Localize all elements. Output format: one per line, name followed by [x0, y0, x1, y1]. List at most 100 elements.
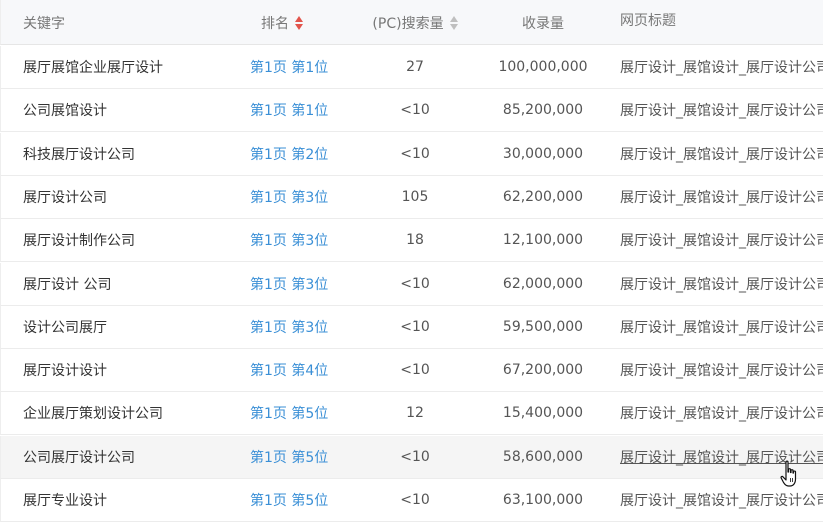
search-volume-cell-text: <10 — [400, 275, 430, 292]
indexed-count-cell-text: 67,200,000 — [502, 362, 584, 379]
page-title-link[interactable]: 展厅设计_展馆设计_展厅设计公司 — [620, 133, 823, 175]
indexed-count-cell: 67,200,000 — [487, 349, 599, 391]
sort-arrows-icon[interactable] — [295, 15, 303, 30]
column-header-search-volume-label: (PC)搜索量 — [372, 15, 444, 32]
keyword-cell-text: 展厅设计公司 — [23, 189, 107, 206]
rank-link[interactable]: 第1页 第4位 — [250, 349, 328, 391]
indexed-count-cell-text: 85,200,000 — [502, 102, 584, 119]
table-row[interactable]: 展厅专业设计 第1页 第5位 <10 63,100,000 展厅设计_展馆设计_展厅设计… — [0, 479, 823, 522]
page-title-link-text: 展厅设计_展馆设计_展厅设计公司 — [620, 493, 823, 509]
table-row[interactable]: 设计公司展厅 第1页 第3位 <10 59,500,000 展厅设计_展馆设计_展厅设计… — [0, 305, 823, 349]
indexed-count-cell: 58,600,000 — [487, 436, 599, 478]
keyword-cell: 科技展厅设计公司 — [23, 133, 135, 175]
keyword-cell: 展厅设计设计 — [23, 349, 107, 391]
table-row[interactable]: 展厅设计制作公司 第1页 第3位 18 12,100,000 展厅设计_展馆设计_展厅设… — [0, 219, 823, 263]
rank-link[interactable]: 第1页 第1位 — [250, 46, 328, 88]
indexed-count-cell-text: 59,500,000 — [502, 318, 584, 335]
table-row[interactable]: 展厅设计设计 第1页 第4位 <10 67,200,000 展厅设计_展馆设计_展厅设计… — [0, 349, 823, 393]
page-title-link[interactable]: 展厅设计_展馆设计_展厅设计公司 — [620, 436, 823, 478]
page-title-link-text: 展厅设计_展馆设计_展厅设计公司 — [620, 406, 823, 423]
table-row[interactable]: 展厅设计 公司 第1页 第3位 <10 62,000,000 展厅设计_展馆设计_展厅设… — [0, 262, 823, 306]
keyword-cell-text: 设计公司展厅 — [23, 319, 107, 336]
page-title-link-text: 展厅设计_展馆设计_展厅设计公司 — [620, 319, 823, 336]
page-title-link-text: 展厅设计_展馆设计_展厅设计公司 — [620, 189, 823, 206]
page-title-link[interactable]: 展厅设计_展馆设计_展厅设计公司 — [620, 176, 823, 218]
rank-link-text: 第1页 第1位 — [250, 103, 329, 120]
keyword-cell-text: 展厅专业设计 — [23, 493, 107, 509]
indexed-count-cell-text: 100,000,000 — [498, 59, 588, 75]
table-row[interactable]: 公司展厅设计公司 第1页 第5位 <10 58,600,000 展厅设计_展馆设计_展厅… — [0, 435, 823, 479]
indexed-count-cell: 62,000,000 — [487, 263, 599, 305]
indexed-count-cell: 63,100,000 — [487, 479, 599, 521]
sort-descending-icon[interactable] — [295, 23, 303, 30]
keyword-cell-text: 科技展厅设计公司 — [23, 146, 135, 163]
table-row[interactable]: 科技展厅设计公司 第1页 第2位 <10 30,000,000 展厅设计_展馆设计_展厅… — [0, 132, 823, 176]
column-header-rank-label: 排名 — [261, 15, 289, 32]
keyword-cell-text: 展厅设计 公司 — [23, 276, 112, 293]
indexed-count-cell: 30,000,000 — [487, 133, 599, 175]
page-title-link[interactable]: 展厅设计_展馆设计_展厅设计公司 — [620, 306, 823, 348]
page-title-link[interactable]: 展厅设计_展馆设计_展厅设计公司 — [620, 349, 823, 391]
rank-link[interactable]: 第1页 第5位 — [250, 436, 328, 478]
indexed-count-cell-text: 63,100,000 — [502, 492, 584, 508]
table-row[interactable]: 展厅展馆企业展厅设计 第1页 第1位 27 100,000,000 展厅设计_展馆设计_… — [0, 46, 823, 89]
rank-link[interactable]: 第1页 第5位 — [250, 392, 328, 434]
rank-link[interactable]: 第1页 第3位 — [250, 306, 328, 348]
page-title-link[interactable]: 展厅设计_展馆设计_展厅设计公司 — [620, 89, 823, 131]
rank-link-text: 第1页 第5位 — [250, 449, 329, 466]
rank-link[interactable]: 第1页 第3位 — [250, 263, 328, 305]
column-header-indexed-label: 收录量 — [522, 15, 564, 32]
indexed-count-cell: 12,100,000 — [487, 219, 599, 261]
sort-ascending-icon[interactable] — [295, 15, 303, 22]
page-title-link[interactable]: 展厅设计_展馆设计_展厅设计公司 — [620, 219, 823, 261]
indexed-count-cell: 85,200,000 — [487, 89, 599, 131]
search-volume-cell: <10 — [357, 133, 473, 175]
page-title-link-text: 展厅设计_展馆设计_展厅设计公司 — [620, 363, 823, 380]
column-header-keyword[interactable]: 关键字 — [23, 0, 65, 45]
search-volume-cell: <10 — [357, 436, 473, 478]
page-title-link[interactable]: 展厅设计_展馆设计_展厅设计公司 — [620, 263, 823, 305]
keyword-cell: 设计公司展厅 — [23, 306, 107, 348]
search-volume-cell-text: <10 — [400, 492, 430, 508]
rank-link-text: 第1页 第5位 — [250, 493, 329, 509]
search-volume-cell: <10 — [357, 89, 473, 131]
rank-link-text: 第1页 第3位 — [250, 189, 329, 206]
page-title-link[interactable]: 展厅设计_展馆设计_展厅设计公司 — [620, 479, 823, 521]
table-row[interactable]: 企业展厅策划设计公司 第1页 第5位 12 15,400,000 展厅设计_展馆设计_展… — [0, 392, 823, 436]
rank-link[interactable]: 第1页 第3位 — [250, 219, 328, 261]
search-volume-cell-text: 18 — [406, 232, 424, 249]
indexed-count-cell: 59,500,000 — [487, 306, 599, 348]
rank-link-text: 第1页 第2位 — [250, 146, 329, 163]
table-row[interactable]: 展厅设计公司 第1页 第3位 105 62,200,000 展厅设计_展馆设计_展厅设计… — [0, 175, 823, 219]
rank-link[interactable]: 第1页 第3位 — [250, 176, 328, 218]
keyword-cell: 展厅设计公司 — [23, 176, 107, 218]
keyword-cell-text: 展厅设计制作公司 — [23, 233, 135, 250]
search-volume-cell: 18 — [357, 219, 473, 261]
sort-descending-icon[interactable] — [449, 23, 458, 30]
column-header-page-title-label: 网页标题 — [620, 12, 676, 29]
rank-link[interactable]: 第1页 第5位 — [250, 479, 328, 521]
sort-ascending-icon[interactable] — [449, 15, 458, 22]
page-title-link[interactable]: 展厅设计_展馆设计_展厅设计公司 — [620, 392, 823, 434]
keyword-cell: 展厅展馆企业展厅设计 — [23, 46, 163, 88]
keyword-cell-text: 公司展厅设计公司 — [23, 449, 135, 466]
rank-link[interactable]: 第1页 第2位 — [250, 133, 328, 175]
search-volume-cell: 105 — [357, 176, 473, 218]
indexed-count-cell-text: 15,400,000 — [502, 405, 584, 422]
keyword-cell: 展厅设计制作公司 — [23, 219, 135, 261]
search-volume-cell: <10 — [357, 263, 473, 305]
table-row[interactable]: 公司展馆设计 第1页 第1位 <10 85,200,000 展厅设计_展馆设计_展厅设计… — [0, 89, 823, 133]
indexed-count-cell: 62,200,000 — [487, 176, 599, 218]
indexed-count-cell: 15,400,000 — [487, 392, 599, 434]
search-volume-cell-text: 12 — [406, 405, 424, 422]
page-title-link[interactable]: 展厅设计_展馆设计_展厅设计公司 — [620, 46, 823, 88]
rank-link[interactable]: 第1页 第1位 — [250, 89, 328, 131]
rank-link-text: 第1页 第3位 — [250, 233, 329, 250]
column-header-indexed: 收录量 — [487, 0, 599, 45]
column-header-rank[interactable]: 排名 — [261, 0, 303, 45]
sort-arrows-icon[interactable] — [449, 15, 458, 30]
column-header-search-volume[interactable]: (PC)搜索量 — [357, 0, 473, 45]
keyword-cell: 展厅设计 公司 — [23, 263, 111, 305]
indexed-count-cell-text: 62,000,000 — [502, 275, 584, 292]
rank-link-text: 第1页 第3位 — [250, 319, 329, 336]
